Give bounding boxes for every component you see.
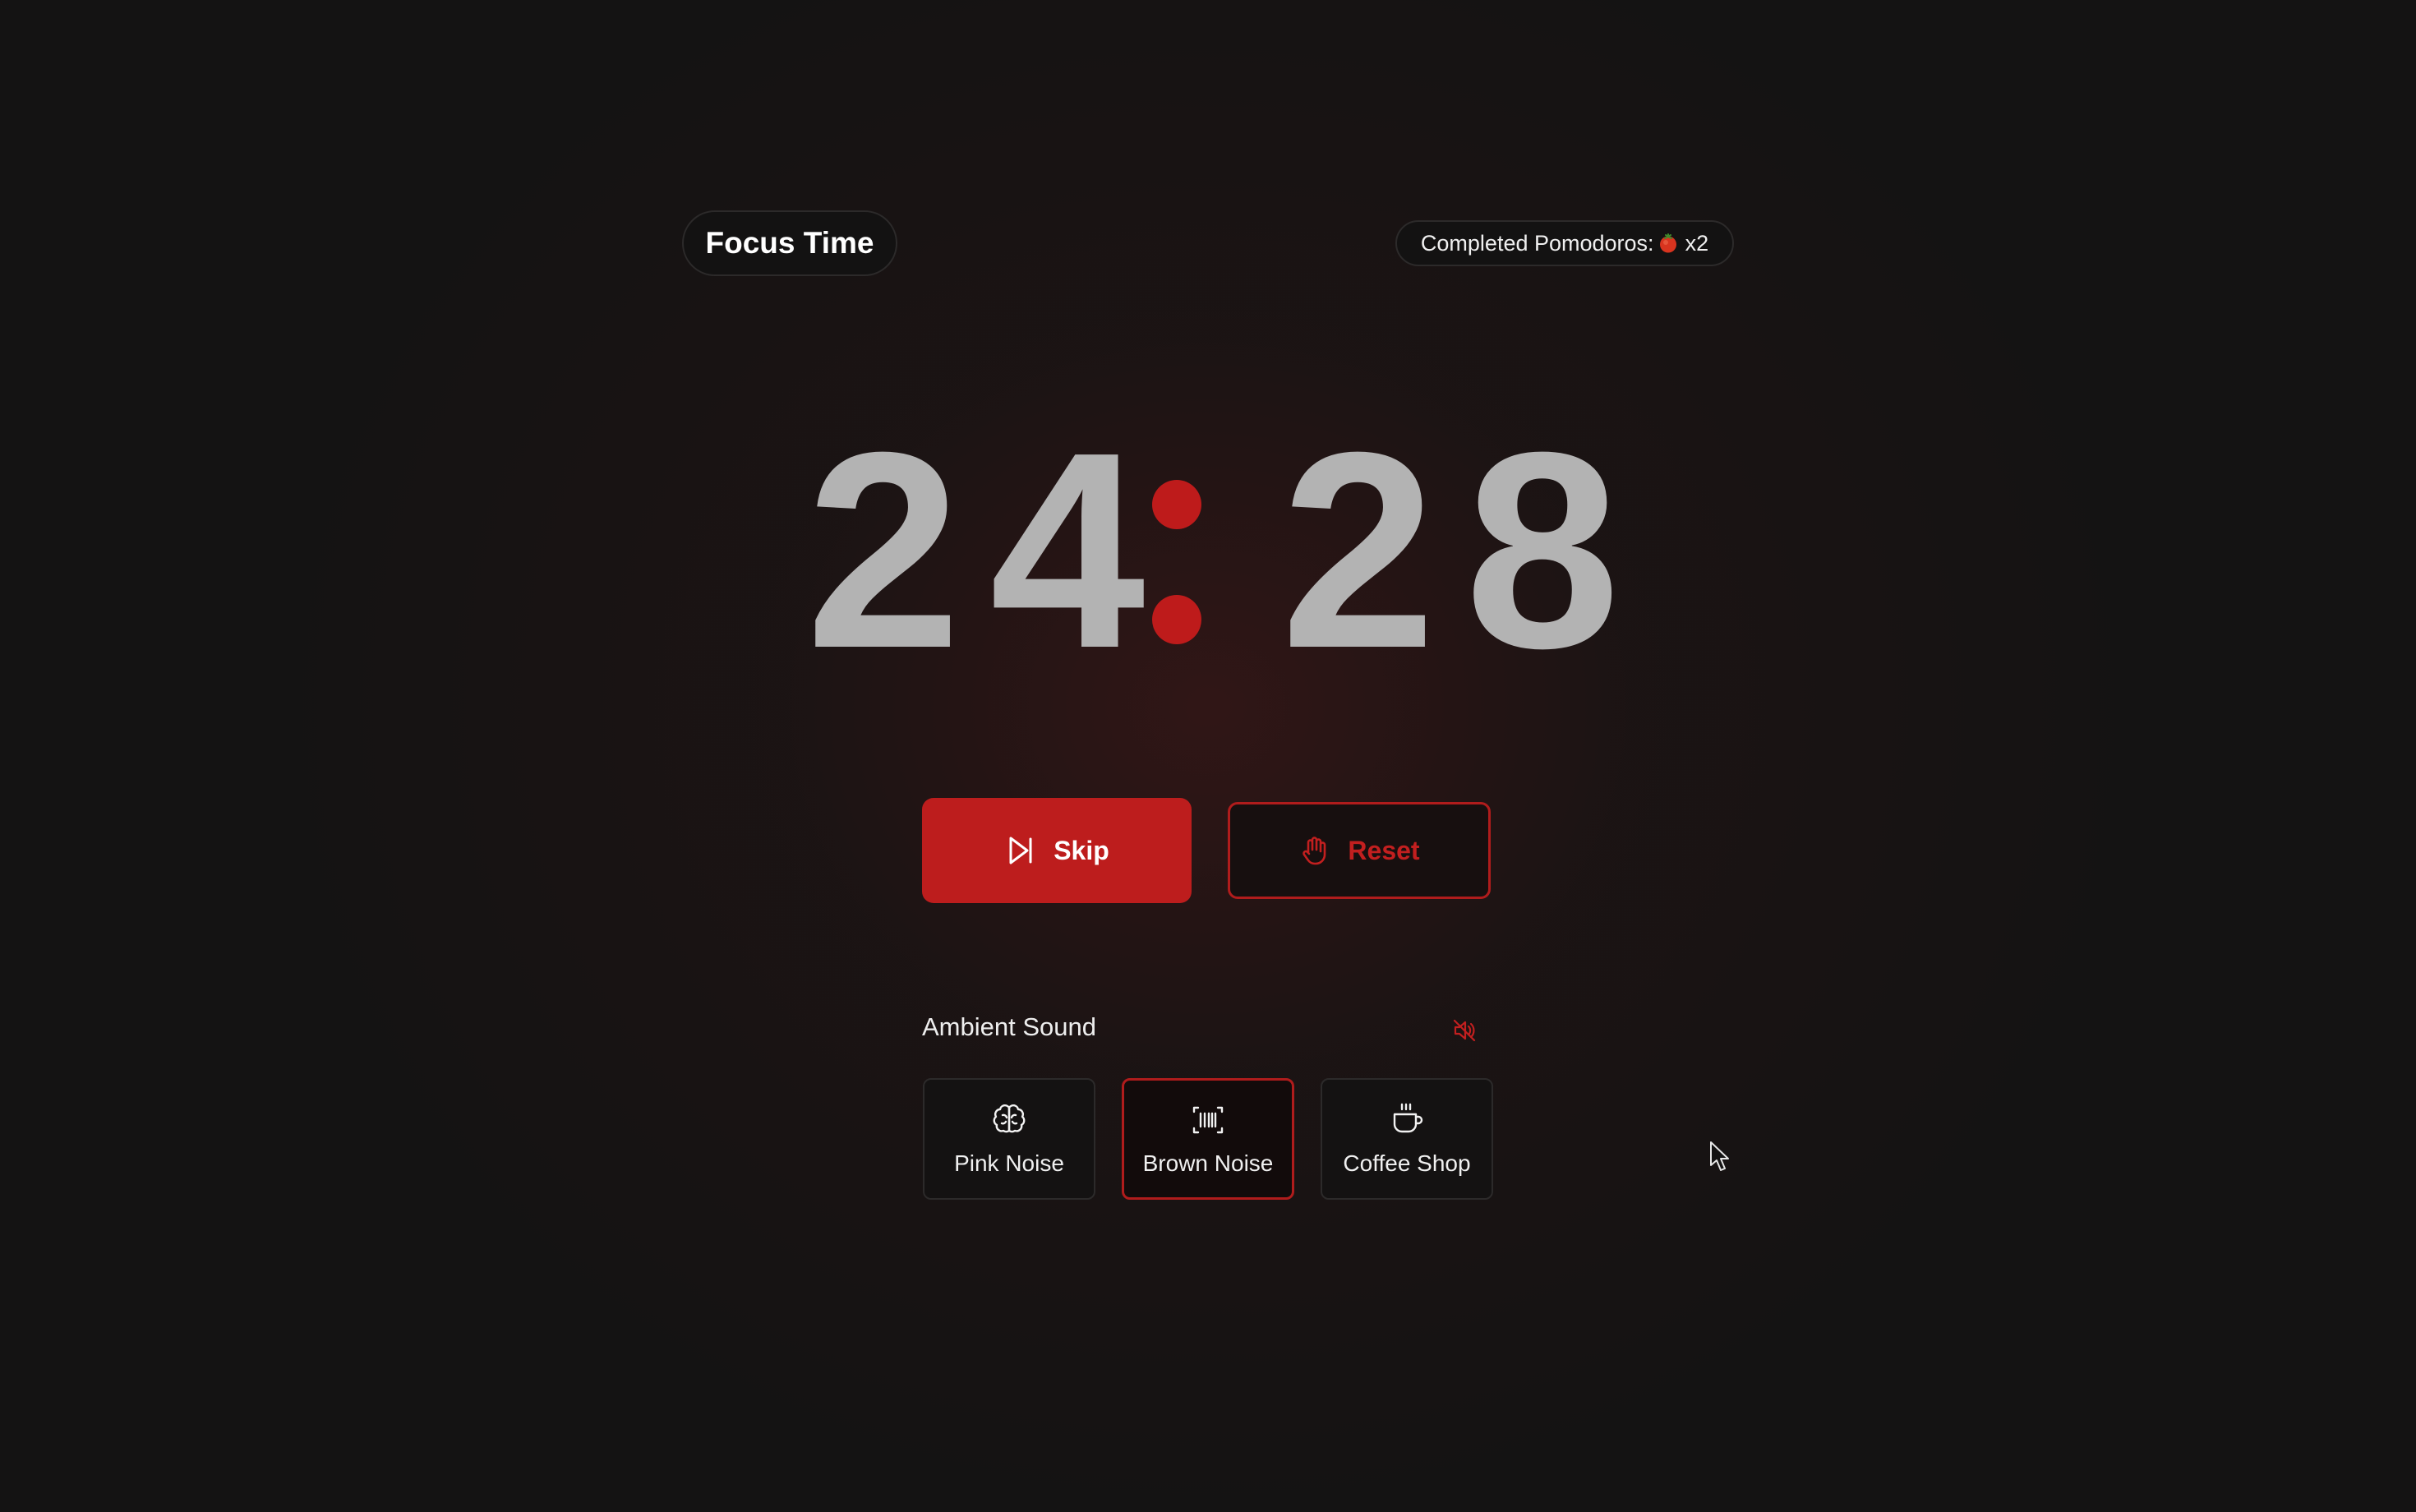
sound-option-label: Pink Noise	[954, 1150, 1064, 1176]
brain-icon	[993, 1104, 1026, 1133]
hand-stop-icon	[1303, 837, 1326, 865]
tomato-icon	[1659, 233, 1676, 253]
sound-option-label: Brown Noise	[1142, 1150, 1274, 1176]
page-title-text: Focus Time	[705, 226, 874, 260]
completed-pomodoros-count: x2	[1685, 230, 1709, 256]
timer-colon-top-dot	[1152, 480, 1201, 529]
volume-muted-icon[interactable]	[1451, 1017, 1478, 1044]
seconds-ones-digit: 8	[1464, 394, 1621, 707]
ambient-sound-label: Ambient Sound	[922, 1012, 1096, 1041]
skip-forward-icon	[1009, 837, 1032, 864]
timer-colon-bottom-dot	[1152, 595, 1201, 644]
sound-option-label: Coffee Shop	[1343, 1150, 1471, 1176]
barcode-icon	[1192, 1106, 1224, 1134]
completed-pomodoros-badge: Completed Pomodoros: x2	[1395, 220, 1734, 266]
minutes-ones-digit: 4	[989, 394, 1146, 707]
mouse-pointer-icon	[1710, 1141, 1729, 1171]
pomodoro-app: Focus Time Completed Pomodoros: x2 2 4 2…	[0, 0, 2416, 1512]
completed-pomodoros-label: Completed Pomodoros:	[1420, 230, 1654, 256]
countdown-timer: 2 4 2 8	[789, 394, 1627, 707]
sound-option-brown-noise[interactable]: Brown Noise	[1122, 1078, 1294, 1200]
seconds-tens-digit: 2	[1280, 394, 1436, 707]
page-title: Focus Time	[682, 210, 897, 276]
coffee-cup-icon	[1393, 1103, 1423, 1133]
sound-option-pink-noise[interactable]: Pink Noise	[923, 1078, 1095, 1200]
reset-button[interactable]: Reset	[1228, 802, 1491, 899]
reset-button-label: Reset	[1348, 835, 1420, 865]
skip-button-label: Skip	[1054, 835, 1109, 865]
skip-button[interactable]: Skip	[922, 798, 1192, 903]
sound-option-coffee-shop[interactable]: Coffee Shop	[1321, 1078, 1493, 1200]
minutes-tens-digit: 2	[805, 394, 961, 707]
